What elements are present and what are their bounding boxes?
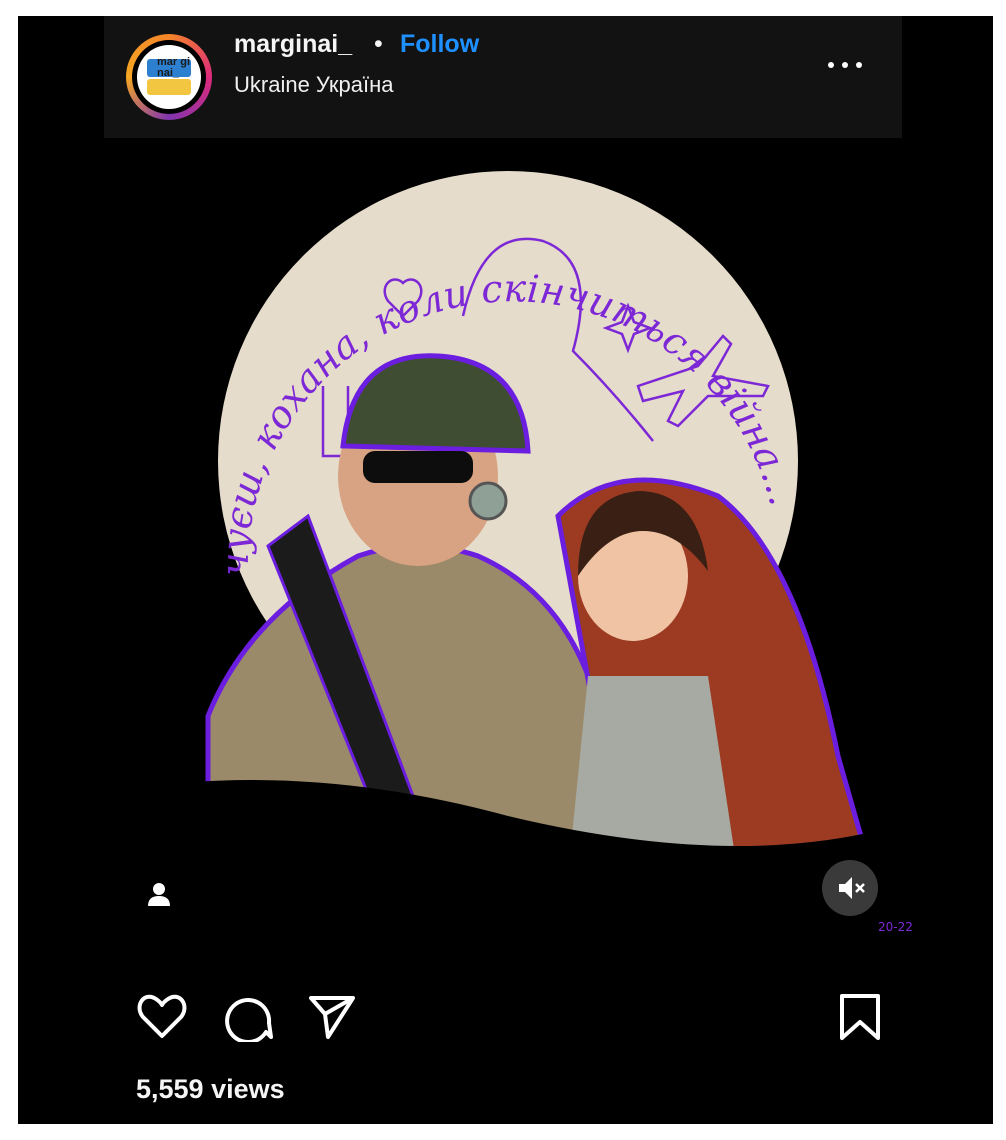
send-icon[interactable] (306, 992, 358, 1042)
username-link[interactable]: marginai_ (234, 30, 352, 59)
separator-dot: • (374, 30, 383, 58)
bookmark-icon[interactable] (834, 992, 886, 1042)
heart-icon[interactable] (136, 992, 188, 1042)
location-link[interactable]: Ukraine Україна (234, 72, 394, 98)
post-artwork[interactable]: чуєш, кохана, коли скінчиться війна... 2… (88, 156, 928, 946)
comment-icon[interactable] (222, 992, 274, 1042)
avatar-logo: mar gi nai_ (137, 45, 201, 109)
profile-avatar[interactable]: mar gi nai_ (126, 34, 212, 120)
woman-figure (555, 477, 882, 899)
views-count: 5,559 views (136, 1074, 285, 1104)
follow-button[interactable]: Follow (400, 30, 479, 59)
more-options-icon[interactable] (826, 48, 866, 78)
post-header (104, 16, 902, 138)
user-tag-icon[interactable] (144, 880, 174, 910)
avatar-logo-text: mar gi nai_ (157, 56, 191, 79)
speaker-muted-icon (839, 877, 865, 899)
artwork-signature: 20-22 (878, 920, 913, 934)
mute-button[interactable] (822, 860, 878, 916)
post-frame: mar gi nai_ marginai_ • Follow Ukraine У… (18, 16, 993, 1124)
